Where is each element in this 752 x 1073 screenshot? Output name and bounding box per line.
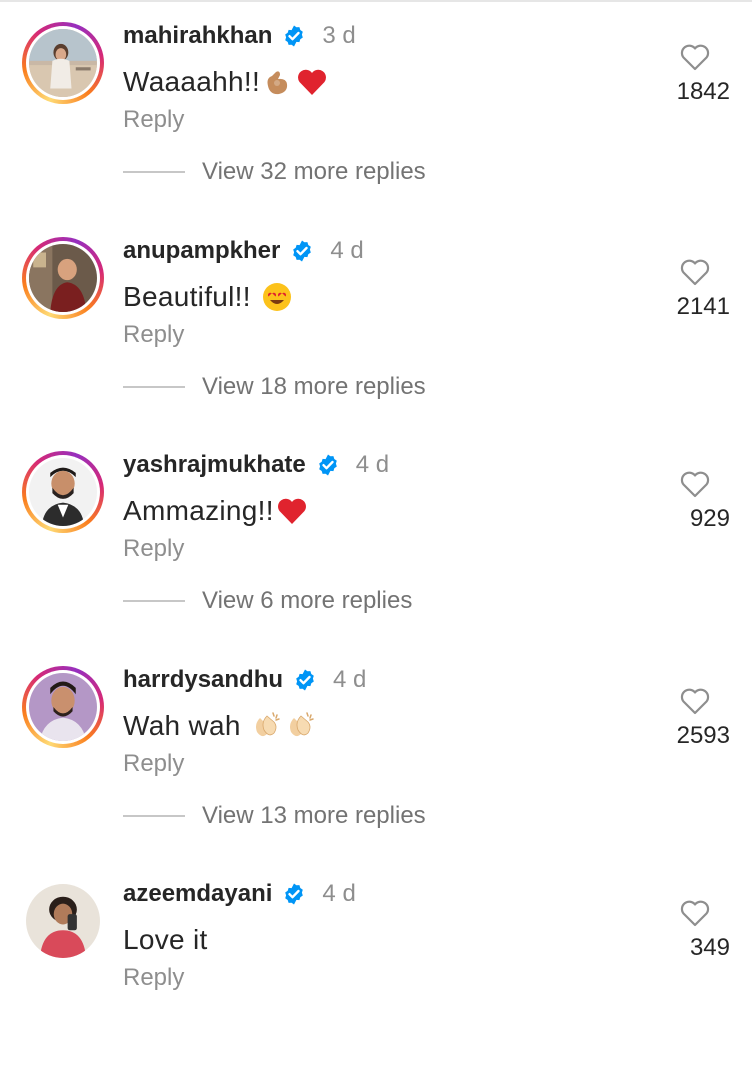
comment-username[interactable]: harrdysandhu	[123, 666, 283, 694]
comment-item: mahirahkhan 3 d Waaaahh!! Reply 1842 Vie…	[0, 0, 752, 215]
avatar[interactable]	[29, 458, 97, 526]
reply-button[interactable]: Reply	[123, 321, 184, 349]
comment-timestamp: 4 d	[330, 237, 364, 264]
like-count: 2593	[676, 722, 730, 749]
view-replies-label: View 18 more replies	[202, 373, 426, 400]
verified-badge-icon	[316, 453, 340, 477]
reply-button[interactable]: Reply	[123, 535, 184, 563]
heart-outline-icon[interactable]	[679, 42, 711, 72]
heart-outline-icon[interactable]	[679, 257, 711, 287]
heart-outline-icon[interactable]	[679, 686, 711, 716]
red-heart-emoji	[296, 66, 328, 98]
avatar[interactable]	[26, 884, 100, 958]
view-replies-label: View 13 more replies	[202, 802, 426, 829]
comment-item: yashrajmukhate 4 d Ammazing!! Reply 929 …	[0, 429, 752, 644]
like-count: 2141	[676, 293, 730, 320]
pinch-hand-emoji	[262, 66, 294, 98]
reply-button[interactable]: Reply	[123, 750, 184, 778]
comment-text: Love it	[123, 924, 208, 955]
comment-text: Beautiful!!	[123, 281, 251, 312]
view-replies-label: View 32 more replies	[202, 158, 426, 185]
avatar[interactable]	[29, 29, 97, 97]
avatar-story-ring[interactable]	[22, 451, 104, 533]
comment-item: anupampkher 4 d Beautiful!! Reply 2141 V…	[0, 215, 752, 430]
replies-divider	[123, 386, 185, 388]
like-count: 1842	[676, 78, 730, 105]
reply-button[interactable]: Reply	[123, 106, 184, 134]
avatar[interactable]	[29, 244, 97, 312]
avatar-story-ring[interactable]	[22, 666, 104, 748]
heart-eyes-emoji	[261, 281, 293, 313]
comment-item: azeemdayani 4 d Love it Reply 349	[0, 858, 752, 1073]
view-more-replies-button[interactable]: View 32 more replies	[123, 155, 426, 189]
avatar[interactable]	[29, 673, 97, 741]
avatar-story-ring[interactable]	[22, 22, 104, 104]
view-more-replies-button[interactable]: View 18 more replies	[123, 370, 426, 404]
avatar-story-ring[interactable]	[22, 237, 104, 319]
verified-badge-icon	[282, 24, 306, 48]
comment-text: Waaaahh!!	[123, 66, 261, 97]
comment-timestamp: 4 d	[333, 666, 367, 693]
replies-divider	[123, 171, 185, 173]
comment-username[interactable]: mahirahkhan	[123, 22, 272, 50]
comment-username[interactable]: yashrajmukhate	[123, 451, 306, 479]
heart-outline-icon[interactable]	[679, 898, 711, 928]
comment-text: Ammazing!!	[123, 495, 274, 526]
replies-divider	[123, 600, 185, 602]
red-heart-emoji	[276, 495, 308, 527]
comment-username[interactable]: anupampkher	[123, 237, 280, 265]
clapping-hands-emoji	[285, 710, 317, 742]
comment-timestamp: 3 d	[322, 22, 356, 49]
comment-timestamp: 4 d	[322, 880, 356, 907]
comment-item: harrdysandhu 4 d Wah wah Reply 2593 View…	[0, 644, 752, 859]
view-more-replies-button[interactable]: View 6 more replies	[123, 584, 412, 618]
like-count: 349	[689, 934, 730, 961]
comment-text: Wah wah	[123, 710, 241, 741]
view-replies-label: View 6 more replies	[202, 587, 413, 614]
verified-badge-icon	[293, 668, 317, 692]
clapping-hands-emoji	[251, 710, 283, 742]
verified-badge-icon	[290, 239, 314, 263]
like-count: 929	[689, 505, 730, 532]
view-more-replies-button[interactable]: View 13 more replies	[123, 799, 426, 833]
heart-outline-icon[interactable]	[679, 469, 711, 499]
reply-button[interactable]: Reply	[123, 964, 184, 992]
comment-timestamp: 4 d	[355, 451, 390, 478]
verified-badge-icon	[282, 882, 306, 906]
avatar-container[interactable]	[22, 880, 104, 962]
replies-divider	[123, 815, 185, 817]
comment-username[interactable]: azeemdayani	[123, 880, 272, 908]
